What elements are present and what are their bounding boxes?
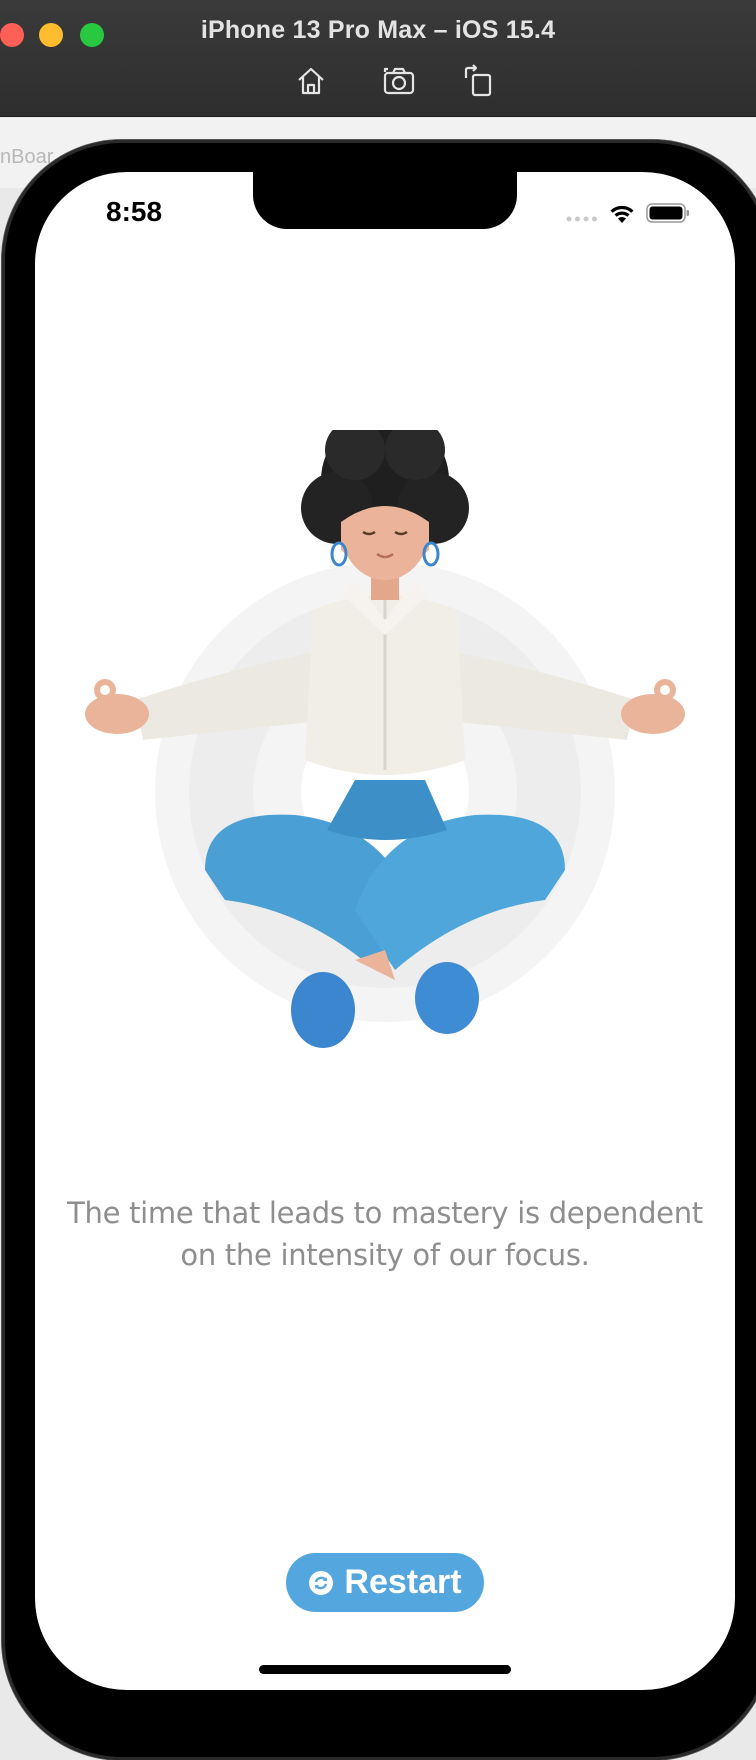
restart-label: Restart <box>344 1563 462 1601</box>
home-icon[interactable] <box>294 64 328 98</box>
notch <box>253 172 517 229</box>
status-time: 8:58 <box>106 196 163 227</box>
meditating-person-illustration <box>55 416 715 1080</box>
battery-icon <box>646 202 690 224</box>
backdrop-text: nBoar <box>0 146 54 168</box>
signal-dots-icon <box>566 216 598 222</box>
restart-button[interactable]: Restart <box>286 1553 484 1612</box>
restart-icon <box>308 1570 334 1596</box>
rotate-icon[interactable] <box>462 64 496 98</box>
window-title: iPhone 13 Pro Max – iOS 15.4 <box>200 16 556 44</box>
wifi-icon <box>608 202 636 224</box>
focus-quote: The time that leads to mastery is depend… <box>67 1196 703 1272</box>
camera-icon[interactable] <box>382 64 416 98</box>
simulator-titlebar: iPhone 13 Pro Max – iOS 15.4 <box>0 0 756 117</box>
home-indicator[interactable] <box>259 1665 511 1674</box>
